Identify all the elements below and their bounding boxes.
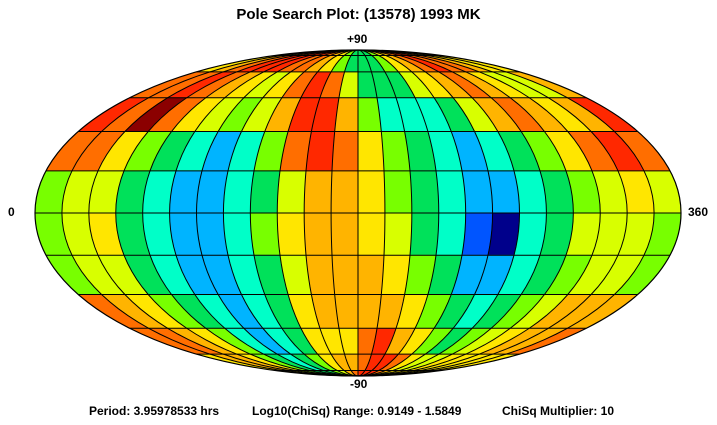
heatmap-cell	[461, 212, 493, 256]
heatmap-cell	[409, 212, 440, 256]
chisq-multiplier-text: ChiSq Multiplier: 10	[502, 404, 615, 418]
period-text: Period: 3.95978533 hrs	[89, 404, 220, 418]
heatmap-cell	[330, 170, 359, 214]
x-axis-max-label: 360	[688, 205, 709, 219]
heatmap-cell	[383, 212, 413, 256]
heatmap-cell	[357, 131, 385, 172]
y-axis-bottom-label: -90	[350, 377, 368, 391]
heatmap-cell	[435, 170, 466, 214]
heatmap-cell	[409, 170, 440, 214]
heatmap-cell	[223, 170, 255, 214]
pole-search-plot	[34, 49, 682, 377]
heatmap-cell	[331, 254, 359, 295]
heatmap-cell	[461, 170, 493, 214]
heatmap-cell	[357, 170, 386, 214]
heatmap-cell	[357, 254, 385, 295]
heatmap-cell	[223, 212, 255, 256]
y-axis-top-label: +90	[347, 32, 368, 46]
heatmap-cell	[435, 212, 466, 256]
heatmap-cell	[250, 170, 281, 214]
heatmap-cell	[383, 170, 413, 214]
heatmap-cell	[357, 212, 386, 256]
heatmap-cell	[276, 170, 307, 214]
heatmap-cell	[331, 131, 359, 172]
heatmap-cell	[330, 212, 359, 256]
heatmap-cell	[303, 170, 333, 214]
chisq-range-text: Log10(ChiSq) Range: 0.9149 - 1.5849	[252, 404, 462, 418]
heatmap-cell	[303, 212, 333, 256]
x-axis-min-label: 0	[8, 205, 15, 219]
heatmap-cell	[276, 212, 307, 256]
heatmap-cell	[250, 212, 281, 256]
